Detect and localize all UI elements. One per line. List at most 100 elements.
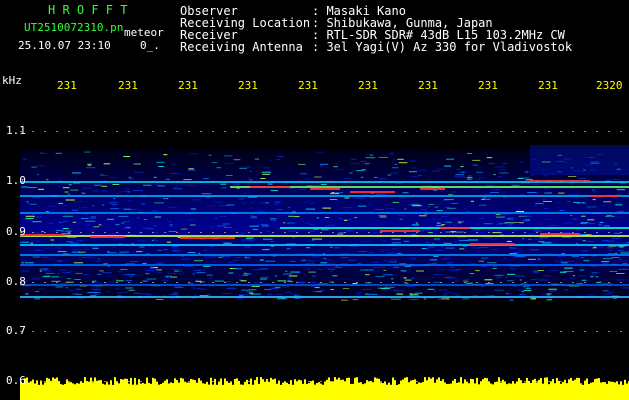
noise-speck [324, 217, 330, 218]
grid-dot [236, 331, 238, 332]
noise-bar [422, 382, 424, 400]
noise-speck [87, 163, 92, 165]
noise-speck [192, 273, 195, 275]
noise-bar [48, 378, 50, 400]
noise-speck [51, 280, 61, 282]
noise-bar [588, 384, 590, 400]
grid-dot [128, 331, 130, 332]
noise-bar [304, 379, 306, 400]
noise-speck [248, 179, 253, 181]
noise-speck [203, 178, 209, 180]
noise-speck [482, 197, 486, 199]
noise-bar [244, 381, 246, 400]
y-tick-1-1: 1.1 [6, 124, 26, 137]
noise-speck [562, 279, 567, 281]
grid-dot [344, 131, 346, 132]
noise-speck [241, 239, 249, 241]
noise-speck [220, 183, 227, 185]
noise-bar [302, 383, 304, 400]
noise-speck [311, 290, 316, 292]
noise-speck [21, 270, 26, 272]
noise-speck [329, 270, 333, 272]
noise-speck [448, 194, 453, 195]
noise-speck [330, 193, 339, 195]
noise-speck [257, 207, 261, 209]
noise-bar [434, 382, 436, 400]
noise-speck [143, 184, 152, 186]
noise-speck [360, 176, 364, 178]
noise-speck [203, 266, 211, 267]
noise-bar [154, 378, 156, 400]
noise-speck [621, 268, 627, 270]
noise-speck [312, 238, 322, 240]
noise-speck [392, 289, 400, 291]
noise-speck [32, 197, 41, 199]
noise-speck [92, 257, 96, 259]
noise-bar [398, 384, 400, 400]
noise-speck [613, 298, 617, 299]
noise-bar [214, 378, 216, 400]
noise-speck [529, 262, 534, 263]
noise-bar [346, 378, 348, 400]
noise-speck [511, 247, 517, 249]
noise-bar [428, 377, 430, 400]
noise-speck [94, 184, 102, 186]
grid-dot [176, 232, 178, 233]
noise-speck [495, 166, 505, 168]
noise-speck [618, 250, 625, 252]
noise-bar [104, 384, 106, 400]
signal-peak [180, 237, 235, 239]
noise-speck [578, 177, 587, 179]
noise-bar [316, 382, 318, 400]
noise-speck [303, 178, 311, 180]
noise-bar [458, 382, 460, 400]
grid-dot [488, 282, 490, 283]
noise-bar [68, 382, 70, 400]
noise-speck [564, 261, 575, 262]
x-tick-5: 231 [298, 79, 318, 92]
noise-speck [239, 167, 247, 169]
grid-dot [584, 131, 586, 132]
noise-speck [26, 239, 29, 241]
noise-speck [383, 269, 387, 271]
grid-dot [44, 282, 46, 283]
grid-dot [404, 282, 406, 283]
noise-speck [91, 280, 97, 282]
grid-dot [164, 131, 166, 132]
noise-speck [600, 205, 607, 207]
noise-speck [49, 298, 55, 300]
noise-speck [467, 179, 472, 180]
noise-speck [522, 233, 532, 235]
noise-speck [171, 246, 179, 247]
noise-bar [136, 384, 138, 400]
noise-speck [421, 248, 427, 249]
noise-speck [385, 208, 395, 210]
noise-speck [445, 221, 452, 223]
noise-speck [615, 252, 618, 254]
grid-dot [368, 381, 370, 382]
noise-speck [482, 237, 493, 239]
noise-speck [387, 174, 392, 176]
grid-dot [596, 282, 598, 283]
noise-speck [251, 202, 254, 203]
noise-speck [506, 240, 512, 242]
noise-speck [479, 247, 489, 248]
noise-speck [82, 187, 91, 189]
noise-speck [248, 240, 254, 242]
grid-dot [560, 131, 562, 132]
noise-speck [343, 177, 350, 179]
noise-speck [165, 178, 170, 180]
noise-bar [312, 380, 314, 400]
band-haze [20, 276, 629, 278]
noise-speck [342, 288, 350, 290]
noise-speck [533, 205, 538, 207]
noise-speck [599, 221, 604, 223]
noise-bar [430, 378, 432, 400]
noise-speck [586, 294, 595, 296]
noise-speck [117, 271, 123, 273]
noise-speck [251, 216, 257, 218]
noise-bar [540, 378, 542, 400]
noise-speck [227, 226, 233, 228]
noise-speck [533, 238, 543, 240]
noise-speck [504, 222, 515, 224]
